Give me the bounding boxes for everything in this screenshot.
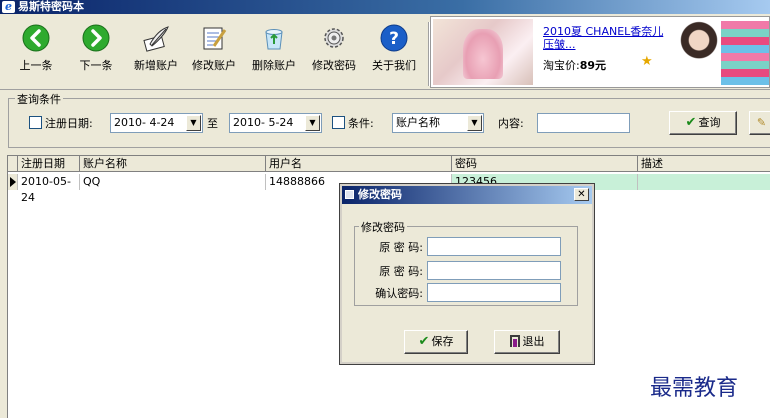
next-button-label: 下一条	[79, 59, 113, 72]
change-password-button-label: 修改密码	[312, 59, 356, 72]
exit-button[interactable]: 退出	[494, 330, 560, 354]
to-label: 至	[207, 117, 218, 130]
column-header-date[interactable]: 注册日期	[18, 156, 80, 172]
date-from-value: 2010- 4-24	[114, 116, 175, 129]
notepad-icon	[203, 27, 227, 50]
checkmark-icon: ✔	[418, 334, 430, 349]
arrow-right-icon	[82, 24, 110, 52]
lightbulb-icon: ★	[641, 54, 653, 69]
table-header: 注册日期 账户名称 用户名 密码 描述	[8, 156, 770, 172]
checkmark-icon: ✔	[685, 115, 697, 130]
chevron-down-icon[interactable]: ▼	[467, 115, 482, 131]
dialog-title-bar[interactable]: 修改密码 ✕	[342, 186, 592, 204]
edit-account-button-label: 修改账户	[192, 59, 236, 72]
cell-account[interactable]: QQ	[80, 174, 266, 190]
door-exit-icon	[509, 335, 520, 347]
save-button-label: 保存	[431, 335, 454, 348]
content-input[interactable]	[537, 113, 630, 133]
add-account-button-label: 新增账户	[134, 59, 178, 72]
query-conditions-group: 查询条件 注册日期: 2010- 4-24 ▼ 至 2010- 5-24 ▼ 条…	[8, 91, 770, 148]
delete-account-button-label: 删除账户	[252, 59, 296, 72]
password-group: 修改密码 原 密 码: 原 密 码: 确认密码:	[354, 219, 578, 306]
search-button[interactable]: ✔ 查询	[669, 111, 737, 135]
edit-account-button[interactable]: 修改账户	[184, 24, 244, 84]
ad-shirts-image[interactable]	[721, 21, 769, 85]
condition-checkbox[interactable]	[332, 116, 345, 129]
ad-price-value: 89元	[579, 59, 607, 72]
row-indicator-header	[8, 156, 18, 172]
watermark-text: 最需教育	[650, 376, 739, 401]
row-indicator	[8, 174, 18, 190]
exit-button-label: 退出	[522, 335, 545, 348]
ad-product-image[interactable]	[433, 19, 533, 85]
about-us-button[interactable]: ? 关于我们	[364, 24, 424, 84]
new-password-label: 原 密 码:	[379, 265, 423, 278]
window-title-bar[interactable]: e 易斯特密码本	[0, 0, 770, 14]
window-title: 易斯特密码本	[18, 0, 84, 13]
row-pointer-icon	[10, 177, 16, 187]
partial-icon: ✎	[756, 116, 767, 129]
confirm-password-input[interactable]	[427, 283, 561, 302]
quill-icon	[143, 26, 169, 52]
password-group-label: 修改密码	[359, 219, 407, 235]
chevron-down-icon[interactable]: ▼	[305, 115, 320, 131]
prev-button-label: 上一条	[19, 59, 53, 72]
cell-description[interactable]	[638, 174, 770, 190]
save-button[interactable]: ✔ 保存	[404, 330, 468, 354]
delete-account-button[interactable]: 删除账户	[244, 24, 304, 84]
condition-value: 账户名称	[396, 116, 440, 129]
prev-button[interactable]: 上一条	[6, 24, 66, 84]
about-us-button-label: 关于我们	[372, 59, 416, 72]
date-to-picker[interactable]: 2010- 5-24 ▼	[229, 113, 322, 133]
dialog-app-icon	[345, 190, 354, 199]
condition-checkbox-label: 条件:	[348, 117, 374, 130]
ad-product-link[interactable]: 2010夏 CHANEL香奈儿 压皱...	[543, 25, 673, 51]
dialog-title: 修改密码	[358, 188, 402, 201]
extra-toolbar-button[interactable]: ✎	[749, 111, 770, 135]
change-password-button[interactable]: 修改密码	[304, 24, 364, 84]
chevron-down-icon[interactable]: ▼	[186, 115, 201, 131]
date-checkbox-label: 注册日期:	[45, 117, 93, 130]
svg-text:?: ?	[389, 29, 399, 49]
old-password-label: 原 密 码:	[379, 241, 423, 254]
date-to-value: 2010- 5-24	[233, 116, 294, 129]
query-group-label: 查询条件	[15, 91, 63, 107]
gear-icon	[324, 28, 344, 48]
arrow-left-icon	[22, 24, 50, 52]
help-icon: ?	[380, 24, 408, 52]
column-header-password[interactable]: 密码	[452, 156, 638, 172]
search-button-label: 查询	[698, 116, 721, 129]
column-header-username[interactable]: 用户名	[266, 156, 452, 172]
content-label: 内容:	[498, 117, 524, 130]
column-header-description[interactable]: 描述	[638, 156, 770, 172]
ad-price-label: 淘宝价:	[543, 59, 580, 72]
recycle-bin-icon	[265, 29, 283, 50]
date-checkbox[interactable]	[29, 116, 42, 129]
change-password-dialog: 修改密码 ✕ 修改密码 原 密 码: 原 密 码: 确认密码: ✔ 保存 退出	[339, 183, 595, 365]
next-button[interactable]: 下一条	[66, 24, 126, 84]
add-account-button[interactable]: 新增账户	[126, 24, 186, 84]
column-header-account[interactable]: 账户名称	[80, 156, 266, 172]
cell-date[interactable]: 2010-05-24	[18, 174, 80, 204]
date-from-picker[interactable]: 2010- 4-24 ▼	[110, 113, 203, 133]
old-password-input[interactable]	[427, 237, 561, 256]
new-password-input[interactable]	[427, 261, 561, 280]
ad-price: 淘宝价:89元	[543, 57, 606, 73]
ad-model-image[interactable]	[679, 21, 719, 85]
condition-select[interactable]: 账户名称 ▼	[392, 113, 484, 133]
confirm-password-label: 确认密码:	[375, 287, 423, 300]
app-logo-icon: e	[2, 1, 15, 13]
close-icon[interactable]: ✕	[574, 188, 589, 201]
ad-banner[interactable]: 2010夏 CHANEL香奈儿 压皱... 淘宝价:89元 ★	[430, 16, 770, 88]
